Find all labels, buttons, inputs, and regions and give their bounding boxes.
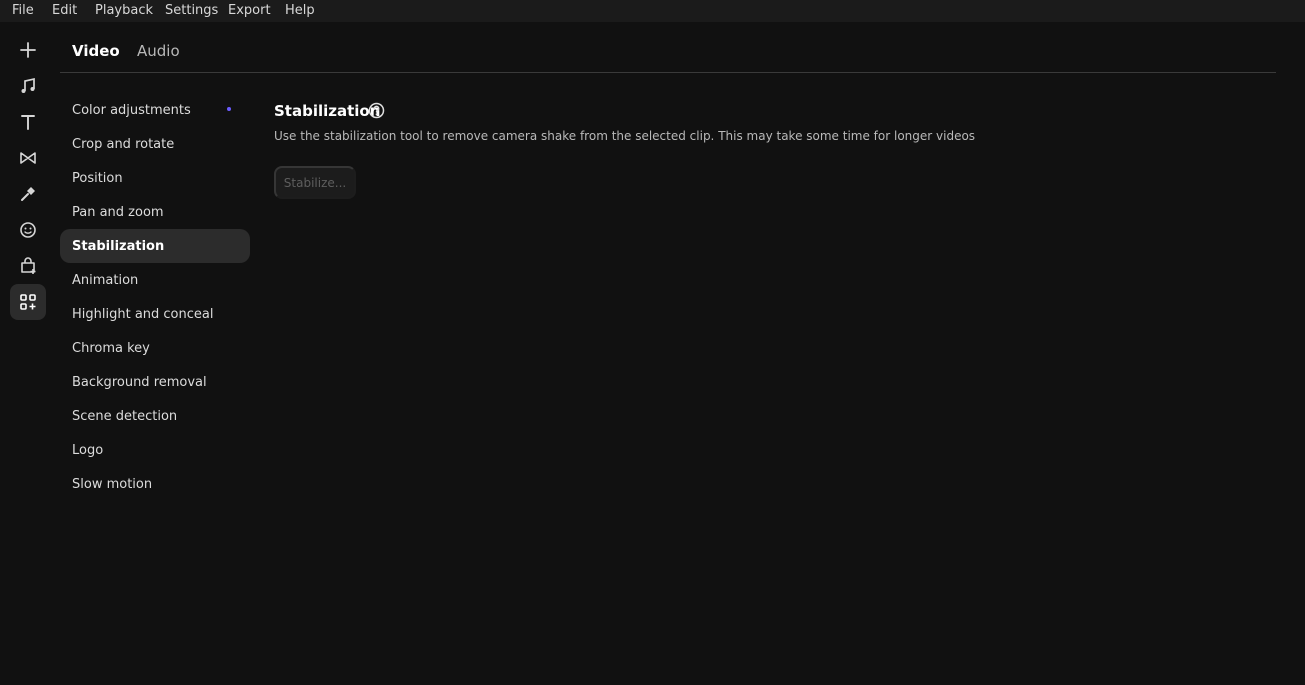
- tab-bar: Video Audio: [60, 22, 1276, 73]
- more-tools-button[interactable]: [10, 284, 46, 320]
- panel-title: Stabilization: [274, 102, 381, 120]
- panel-description: Use the stabilization tool to remove cam…: [274, 129, 976, 143]
- menu-bar: File Edit Playback Settings Export Help: [0, 0, 1305, 22]
- menu-playback[interactable]: Playback: [95, 0, 153, 22]
- stickers-button[interactable]: [10, 212, 46, 248]
- subnav-crop-and-rotate[interactable]: Crop and rotate: [60, 127, 250, 161]
- music-note-icon: [21, 77, 35, 93]
- text-button[interactable]: [10, 104, 46, 140]
- add-media-button[interactable]: [10, 32, 46, 68]
- subnav-color-adjustments[interactable]: Color adjustments: [60, 93, 250, 127]
- apps-plus-icon: [20, 294, 36, 310]
- subnav-pan-and-zoom[interactable]: Pan and zoom: [60, 195, 250, 229]
- magic-wand-icon: [21, 187, 35, 201]
- tab-video[interactable]: Video: [72, 41, 120, 61]
- tab-audio[interactable]: Audio: [137, 41, 180, 61]
- transitions-button[interactable]: [10, 140, 46, 176]
- tool-rail: [0, 22, 56, 685]
- bag-plus-icon: [21, 257, 36, 274]
- text-icon: [21, 115, 35, 130]
- help-icon[interactable]: [368, 102, 385, 119]
- effects-button[interactable]: [10, 176, 46, 212]
- subnav-slow-motion[interactable]: Slow motion: [60, 467, 250, 501]
- subnav-scene-detection[interactable]: Scene detection: [60, 399, 250, 433]
- store-button[interactable]: [10, 248, 46, 284]
- stabilize-button[interactable]: Stabilize...: [274, 166, 356, 199]
- emoji-icon: [20, 222, 36, 238]
- subnav-chroma-key[interactable]: Chroma key: [60, 331, 250, 365]
- music-button[interactable]: [10, 68, 46, 104]
- subnav-stabilization[interactable]: Stabilization: [60, 229, 250, 263]
- subnav-background-removal[interactable]: Background removal: [60, 365, 250, 399]
- transition-icon: [20, 152, 36, 164]
- modified-indicator: [227, 107, 231, 111]
- subnav-highlight-and-conceal[interactable]: Highlight and conceal: [60, 297, 250, 331]
- menu-settings[interactable]: Settings: [165, 0, 218, 22]
- subnav-position[interactable]: Position: [60, 161, 250, 195]
- menu-export[interactable]: Export: [228, 0, 271, 22]
- subnav-animation[interactable]: Animation: [60, 263, 250, 297]
- menu-file[interactable]: File: [12, 0, 34, 22]
- subnav-logo[interactable]: Logo: [60, 433, 250, 467]
- menu-help[interactable]: Help: [285, 0, 315, 22]
- menu-edit[interactable]: Edit: [52, 0, 77, 22]
- plus-icon: [20, 42, 36, 58]
